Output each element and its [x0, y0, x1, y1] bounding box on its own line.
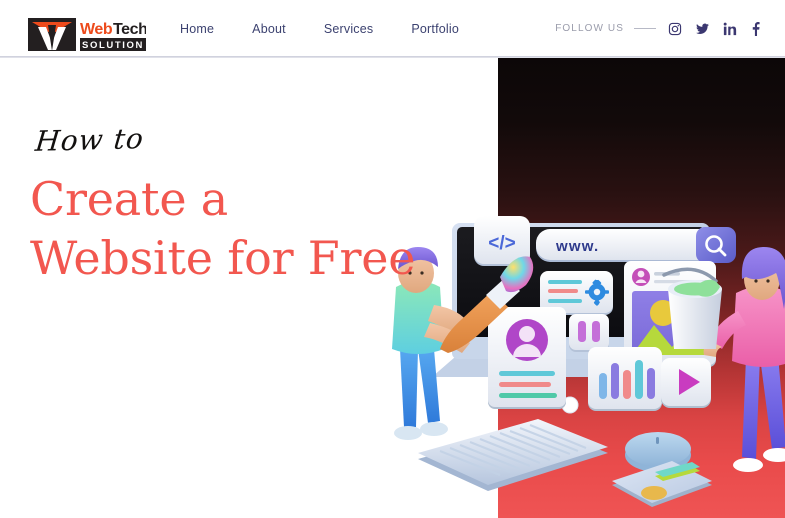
nav-link-home[interactable]: Home: [180, 22, 214, 36]
illustration-panel: [498, 57, 785, 518]
hero-title-line-2: Website for Free: [30, 231, 416, 286]
landing-page: www. </> How to Create a Website for Fre…: [0, 0, 785, 518]
hero-title-line-1: Create a: [30, 172, 228, 226]
nav-link-about[interactable]: About: [252, 22, 286, 36]
svg-text:Tech: Tech: [113, 21, 146, 38]
hero-headline: How to Create a Website for Free: [30, 122, 416, 289]
site-header: Web Tech SOLUTION Home About Services Po…: [0, 0, 785, 57]
instagram-icon[interactable]: [668, 22, 682, 36]
twitter-icon[interactable]: [695, 22, 710, 36]
hero-kicker: How to: [33, 122, 146, 158]
social-links: [668, 21, 761, 36]
nav-link-services[interactable]: Services: [324, 22, 374, 36]
follow-us-label: FOLLOW US: [555, 23, 624, 34]
follow-us-divider: [634, 28, 656, 29]
svg-text:SOLUTION: SOLUTION: [82, 40, 144, 51]
main-navigation: Home About Services Portfolio: [180, 0, 459, 57]
svg-text:Web: Web: [80, 21, 113, 38]
facebook-icon[interactable]: [750, 21, 761, 36]
site-logo[interactable]: Web Tech SOLUTION: [28, 17, 148, 53]
header-divider: [0, 56, 785, 58]
linkedin-icon[interactable]: [723, 22, 737, 36]
nav-link-portfolio[interactable]: Portfolio: [411, 22, 459, 36]
follow-us-group: FOLLOW US: [555, 0, 761, 57]
